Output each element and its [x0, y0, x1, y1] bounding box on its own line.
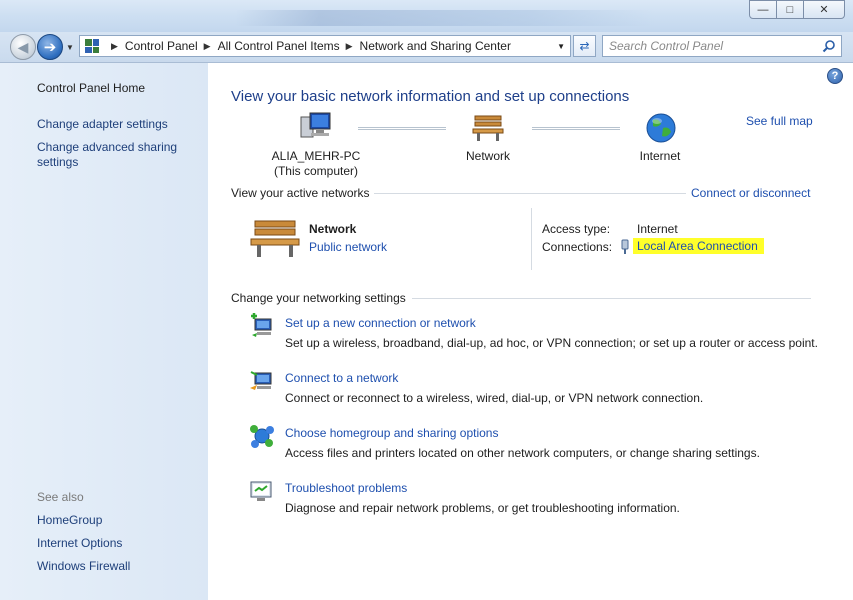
map-connector — [358, 127, 446, 130]
vertical-divider — [531, 208, 532, 270]
access-type-value: Internet — [637, 222, 678, 236]
see-also-heading: See also — [37, 490, 84, 504]
breadcrumb-control-panel[interactable]: Control Panel — [125, 39, 198, 53]
computer-node-label: ALIA_MEHR-PC (This computer) — [262, 149, 370, 179]
sidebar-control-panel-home[interactable]: Control Panel Home — [37, 81, 145, 96]
sidebar-change-advanced-sharing[interactable]: Change advanced sharing settings — [37, 140, 187, 170]
bench-network-icon — [250, 220, 300, 257]
network-node-label: Network — [465, 149, 510, 163]
search-icon[interactable] — [822, 39, 836, 53]
network-type-link[interactable]: Public network — [309, 240, 387, 254]
recent-pages-dropdown[interactable]: ▼ — [66, 43, 74, 52]
connect-to-network-link[interactable]: Connect to a network — [285, 371, 398, 385]
sidebar: Control Panel Home Change adapter settin… — [0, 63, 208, 600]
active-network-name: Network — [309, 222, 357, 236]
minimize-button[interactable]: — — [749, 0, 777, 19]
section-divider — [374, 193, 686, 194]
back-button[interactable]: ◀ — [10, 34, 36, 60]
setup-connection-link[interactable]: Set up a new connection or network — [285, 316, 476, 330]
connect-or-disconnect-link[interactable]: Connect or disconnect — [691, 186, 810, 200]
troubleshoot-desc: Diagnose and repair network problems, or… — [285, 501, 680, 515]
computer-name: ALIA_MEHR-PC — [271, 149, 361, 163]
breadcrumb-chevron-icon[interactable]: ▶ — [346, 41, 353, 52]
globe-internet-icon[interactable] — [645, 112, 677, 144]
help-icon[interactable]: ? — [827, 68, 843, 84]
sidebar-change-adapter[interactable]: Change adapter settings — [37, 117, 168, 132]
access-type-label: Access type: — [542, 222, 611, 236]
ethernet-plug-icon — [621, 239, 629, 254]
new-connection-icon — [251, 313, 272, 337]
breadcrumb-network-sharing[interactable]: Network and Sharing Center — [360, 39, 511, 53]
breadcrumb-chevron-icon[interactable]: ▶ — [204, 41, 211, 52]
maximize-button[interactable]: □ — [776, 0, 804, 19]
homegroup-sharing-link[interactable]: Choose homegroup and sharing options — [285, 426, 498, 440]
map-connector — [532, 127, 620, 130]
computer-subtitle: (This computer) — [273, 164, 359, 178]
connect-network-icon — [250, 371, 272, 390]
refresh-button[interactable]: ⇄ — [573, 35, 596, 57]
section-divider — [412, 298, 811, 299]
forward-button[interactable]: ➔ — [37, 34, 63, 60]
troubleshoot-icon — [250, 481, 272, 501]
control-panel-icon — [85, 39, 99, 53]
bench-network-icon[interactable] — [472, 113, 504, 143]
close-button[interactable]: ✕ — [803, 0, 845, 19]
navigation-bar: ◀ ➔ ▼ ▶ Control Panel ▶ All Control Pane… — [0, 32, 853, 60]
sidebar-windows-firewall[interactable]: Windows Firewall — [37, 559, 130, 574]
troubleshoot-link[interactable]: Troubleshoot problems — [285, 481, 407, 495]
forward-arrow-icon: ➔ — [43, 39, 57, 56]
connections-label: Connections: — [542, 240, 613, 254]
window-controls: — □ ✕ — [749, 0, 845, 19]
networking-settings-heading: Change your networking settings — [231, 291, 406, 305]
breadcrumb-chevron-icon[interactable]: ▶ — [111, 41, 118, 52]
internet-node-label: Internet — [639, 149, 681, 163]
blurred-background-text — [235, 10, 655, 26]
sidebar-internet-options[interactable]: Internet Options — [37, 536, 122, 551]
computer-icon[interactable] — [297, 111, 333, 143]
back-arrow-icon: ◀ — [17, 38, 29, 55]
page-title: View your basic network information and … — [231, 88, 630, 105]
title-bar: — □ ✕ — [0, 0, 853, 32]
search-placeholder: Search Control Panel — [609, 39, 724, 53]
address-dropdown-icon[interactable]: ▼ — [557, 42, 565, 51]
address-bar[interactable]: ▶ Control Panel ▶ All Control Panel Item… — [79, 35, 571, 57]
sidebar-homegroup[interactable]: HomeGroup — [37, 513, 102, 528]
homegroup-icon — [250, 425, 274, 448]
search-input[interactable]: Search Control Panel — [602, 35, 842, 57]
content-area: Control Panel Home Change adapter settin… — [0, 62, 853, 600]
refresh-icon: ⇄ — [579, 39, 590, 53]
setup-connection-desc: Set up a wireless, broadband, dial-up, a… — [285, 336, 818, 350]
connect-to-network-desc: Connect or reconnect to a wireless, wire… — [285, 391, 704, 405]
active-networks-heading: View your active networks — [231, 186, 370, 200]
breadcrumb-all-items[interactable]: All Control Panel Items — [218, 39, 340, 53]
local-area-connection-link[interactable]: Local Area Connection — [633, 238, 764, 254]
see-full-map-link[interactable]: See full map — [746, 114, 813, 128]
homegroup-sharing-desc: Access files and printers located on oth… — [285, 446, 760, 460]
